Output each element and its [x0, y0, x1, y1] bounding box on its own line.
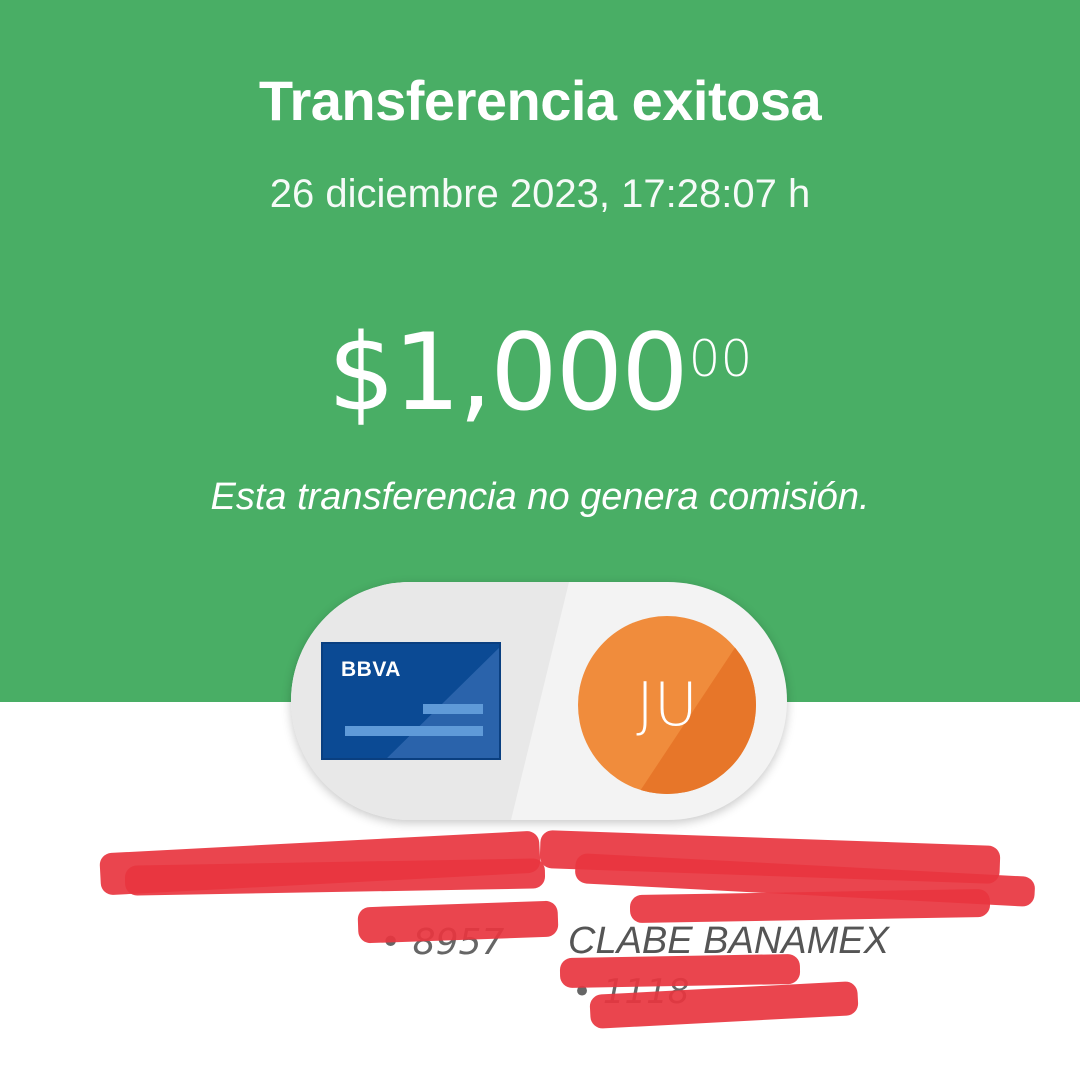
card-stripe-long: [345, 726, 483, 736]
commission-note: Esta transferencia no genera comisión.: [210, 476, 870, 518]
redaction-mark: [559, 953, 801, 989]
avatar-initials: JU: [636, 670, 698, 740]
transfer-amount: $1,00000: [0, 320, 1080, 426]
redaction-mark: [357, 900, 559, 944]
transfer-datetime: 26 diciembre 2023, 17:28:07 h: [269, 172, 811, 216]
redaction-mark: [124, 858, 546, 896]
redaction-mark: [629, 888, 991, 924]
amount-main: $1,000: [327, 311, 689, 434]
card-stripe-short: [423, 704, 483, 714]
card-brand-label: BBVA: [341, 658, 401, 681]
bbva-card-icon: BBVA: [321, 642, 501, 760]
amount-cents: 00: [688, 330, 753, 388]
page-title: Transferencia exitosa: [258, 69, 822, 132]
recipient-avatar: JU: [578, 616, 756, 794]
